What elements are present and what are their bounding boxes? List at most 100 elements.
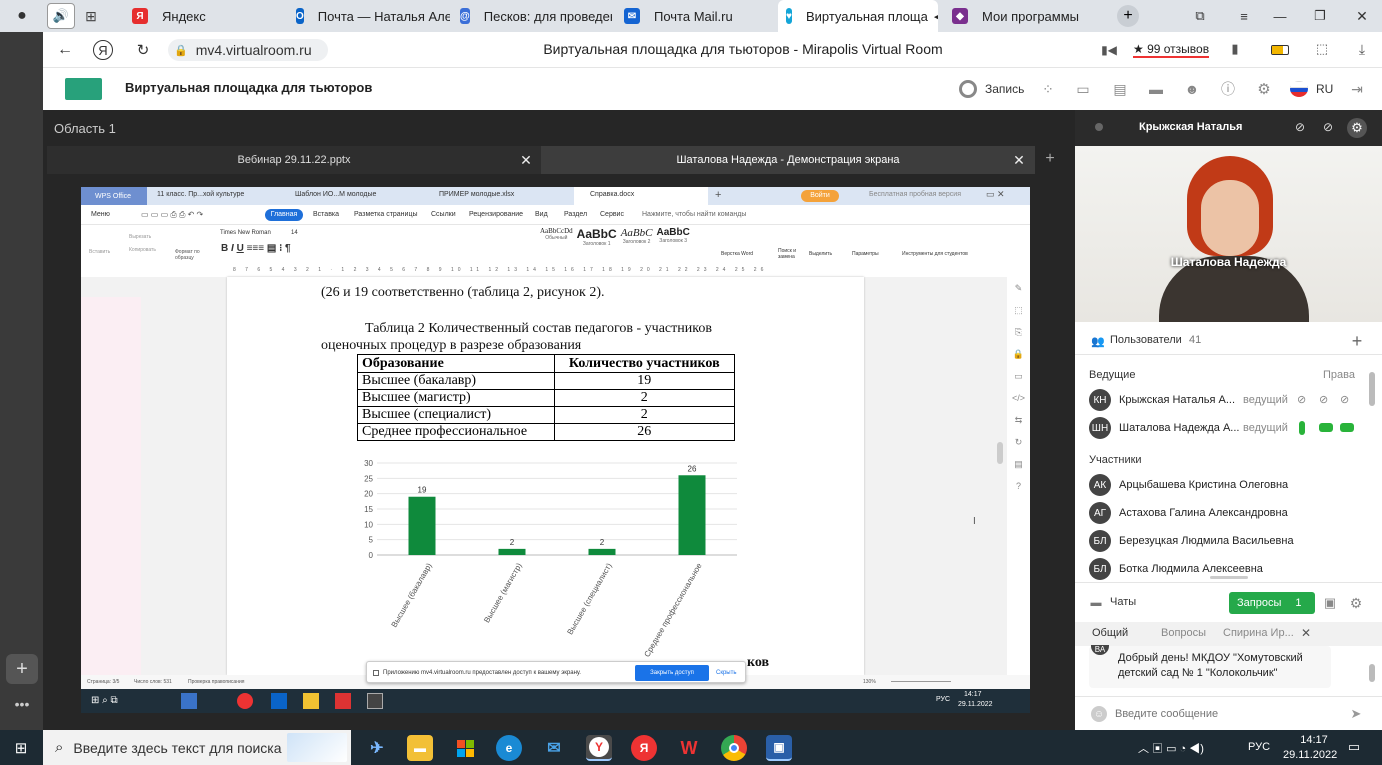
wps-doc-tab[interactable]: 11 класс. Пр...хой культуре (157, 191, 244, 198)
screen-off-icon[interactable]: ⊘ (1340, 393, 1349, 406)
scrollbar[interactable] (997, 442, 1003, 464)
gear-icon[interactable]: ⚙ (1347, 594, 1365, 612)
users-settings-icon[interactable]: ☻ (1183, 80, 1201, 98)
tab-private-chat[interactable]: Спирина Ир... (1223, 627, 1294, 639)
presentation-icon[interactable]: ▭ (1074, 80, 1092, 98)
downloads-menu-icon[interactable]: ≡ (1234, 6, 1254, 26)
extensions-icon[interactable]: ⬚ (1313, 40, 1331, 58)
minimize-icon[interactable]: — (1270, 6, 1290, 26)
speaker-tab-icon[interactable]: 🔊 (47, 3, 75, 29)
quick-tools-icon[interactable]: ▭ ▭ ▭ ⎙ ⎙ ↶ ↷ (141, 210, 203, 220)
browser-tab[interactable]: @ Песков: для проведени (452, 0, 612, 32)
add-panel-icon[interactable]: + (6, 654, 38, 684)
camera-off-icon[interactable]: ⊘ (1319, 118, 1337, 136)
tab-screen-share[interactable]: Шаталова Надежда - Демонстрация экрана (541, 146, 1035, 174)
format-painter-button[interactable]: Формат по образцу (175, 249, 211, 261)
back-icon[interactable]: ← (55, 40, 75, 60)
side-tools[interactable]: ✎ ⬚ ⎘ 🔒 ▭ </> ⇆ ↻ ▤? (1007, 277, 1030, 675)
participant-row[interactable]: АГ Астахова Галина Александровна (1075, 499, 1365, 527)
camera-off-icon[interactable]: ⊘ (1319, 393, 1328, 406)
close-icon[interactable]: ✕ (1011, 152, 1027, 168)
restore-icon[interactable]: ❐ (1310, 6, 1330, 26)
camera-icon[interactable]: ▮◀ (1100, 41, 1118, 59)
taskbar-date[interactable]: 29.11.2022 (1283, 749, 1337, 761)
gear-icon[interactable]: ⚙ (1255, 80, 1273, 98)
font-name-select[interactable]: Times New Roman (220, 230, 280, 236)
screen-on-icon[interactable] (1340, 423, 1354, 432)
yandex-icon[interactable]: Я (631, 735, 657, 761)
word-layout-button[interactable]: Верстка Word (721, 251, 753, 257)
find-replace-button[interactable]: Поиск и замена (778, 248, 806, 260)
wps-home-tab[interactable]: WPS Office (81, 187, 147, 205)
add-tab-icon[interactable]: + (715, 189, 721, 201)
tab-general[interactable]: Общий (1092, 627, 1128, 639)
reviews-link[interactable]: ★ 99 отзывов (1133, 42, 1210, 58)
wps-icon[interactable]: W (676, 735, 702, 761)
wps-doc-tab[interactable]: ПРИМЕР молодые.xlsx (439, 191, 514, 198)
wps-doc-tab[interactable]: Шаблон ИО...М молодые (295, 191, 376, 198)
task-view-icon[interactable]: ✈ (364, 735, 390, 761)
camera-on-icon[interactable] (1319, 423, 1333, 432)
emoji-icon[interactable]: ☺ (1091, 706, 1107, 722)
settings-button[interactable]: Параметры (852, 251, 879, 257)
url-field[interactable]: 🔒 mv4.virtualroom.ru (168, 39, 328, 61)
participant-row[interactable]: АК Арцыбашева Кристина Олеговна (1075, 471, 1365, 499)
reload-icon[interactable]: ↻ (133, 40, 153, 60)
tab-presentation[interactable]: Вебинар 29.11.22.pptx (47, 146, 541, 174)
gear-icon[interactable]: ⚙ (1347, 118, 1367, 138)
tab-home[interactable]: Главная (265, 209, 303, 221)
add-tab-icon[interactable]: + (1041, 150, 1059, 168)
exit-icon[interactable]: ⇥ (1348, 80, 1366, 98)
notes-icon[interactable]: ▤ (1111, 80, 1129, 98)
chat-input[interactable] (1115, 705, 1335, 723)
remote-desktop-icon[interactable]: ▣ (766, 735, 792, 761)
command-search[interactable]: Нажмите, чтобы найти команды (642, 211, 746, 218)
explorer-icon[interactable]: ▬ (407, 735, 433, 761)
language-label[interactable]: RU (1316, 82, 1333, 96)
stop-sharing-button[interactable]: Закрыть доступ (635, 665, 709, 681)
collections-icon[interactable]: ⧉ (1190, 6, 1210, 26)
tab-insert[interactable]: Вставка (313, 211, 339, 218)
record-icon[interactable] (959, 80, 977, 98)
browser-tab[interactable]: O Почта — Наталья Алек (288, 0, 450, 32)
mic-on-icon[interactable] (1299, 421, 1305, 435)
flag-icon[interactable] (1290, 81, 1308, 97)
add-user-button[interactable]: + (1346, 330, 1368, 352)
record-label[interactable]: Запись (985, 82, 1024, 96)
browser-tab-active[interactable]: ♥Виртуальная площа◀)✕ (778, 0, 938, 32)
tab-section[interactable]: Раздел (564, 211, 587, 218)
info-icon[interactable]: ⓘ (1219, 80, 1237, 98)
layout-icon[interactable]: ⁘ (1039, 80, 1057, 98)
tab-layout[interactable]: Разметка страницы (354, 211, 418, 218)
window-controls[interactable]: ▭ ✕ (986, 189, 1005, 200)
copy-button[interactable]: Копировать (129, 247, 156, 253)
tray-icons[interactable]: ︿ ▣ ▭ ◔ ◀) (1138, 740, 1204, 756)
tab-view[interactable]: Вид (535, 211, 548, 218)
users-scrollbar[interactable] (1369, 372, 1375, 406)
mic-off-icon[interactable]: ⊘ (1291, 118, 1309, 136)
tab-review[interactable]: Рецензирование (469, 211, 523, 218)
tab-references[interactable]: Ссылки (431, 211, 456, 218)
close-window-icon[interactable]: ✕ (1352, 6, 1372, 26)
hide-notice-button[interactable]: Скрыть (716, 670, 736, 676)
resize-handle[interactable] (1210, 576, 1248, 579)
format-buttons[interactable]: B I U ≡≡≡ ▤ ⁝ ¶ (221, 243, 291, 254)
tab-questions[interactable]: Вопросы (1161, 627, 1206, 639)
host-row[interactable]: КН Крыжская Наталья А... ведущий ⊘ ⊘ ⊘ (1075, 386, 1365, 414)
profile-icon[interactable]: ● (12, 6, 32, 26)
paste-button[interactable]: Вставить (89, 249, 110, 255)
taskbar-time[interactable]: 14:17 (1289, 734, 1339, 746)
mail-icon[interactable]: ✉ (541, 735, 567, 761)
zoom-slider[interactable] (891, 681, 951, 682)
download-icon[interactable]: ⤓ (1353, 40, 1371, 58)
spell-check-button[interactable]: Проверка правописания (188, 679, 244, 685)
participant-row[interactable]: БЛ Березуцкая Людмила Васильевна (1075, 527, 1365, 555)
send-icon[interactable]: ➤ (1347, 705, 1365, 723)
edge-icon[interactable]: e (496, 735, 522, 761)
font-size-select[interactable]: 14 (291, 230, 298, 236)
menu-button[interactable]: Меню (91, 211, 110, 218)
browser-tab[interactable]: ◆ Мои программы (944, 0, 1104, 32)
mic-off-icon[interactable]: ⊘ (1297, 393, 1306, 406)
cut-button[interactable]: Вырезать (129, 234, 151, 240)
chat-settings-icon[interactable]: ▣ (1321, 594, 1339, 612)
